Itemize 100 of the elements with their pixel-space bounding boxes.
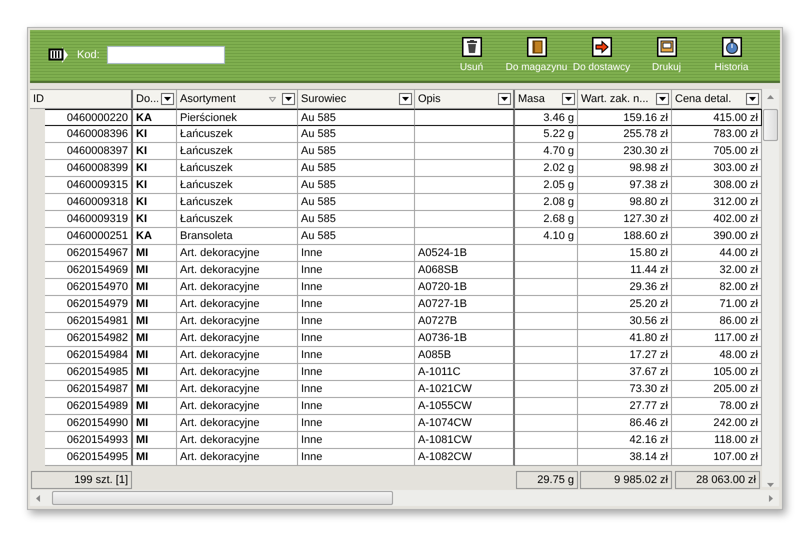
table-row[interactable]: 0460009318 KI Łańcuszek Au 585 2.08 g 98.80 zł 312.00 zł bbox=[30, 194, 762, 211]
row-count: 199 szt. [1] bbox=[31, 471, 132, 489]
filter-dropdown-button[interactable] bbox=[562, 93, 575, 105]
table-cell: 4.10 g bbox=[543, 230, 574, 242]
table-cell: A0736-1B bbox=[418, 332, 467, 344]
table-cell: 0620154993 bbox=[66, 434, 128, 446]
caret-icon bbox=[501, 97, 508, 101]
table-row[interactable]: 0620154990 MI Art. dekoracyjne Inne A-1074CW 86.46 zł 242.00 zł bbox=[30, 415, 762, 432]
table-cell: 41.80 zł bbox=[629, 332, 668, 344]
filter-dropdown-button[interactable] bbox=[498, 93, 511, 105]
table-row[interactable]: 0460009315 KI Łańcuszek Au 585 2.05 g 97.38 zł 308.00 zł bbox=[30, 177, 762, 194]
filter-dropdown-button[interactable] bbox=[656, 93, 669, 105]
scroll-thumb[interactable] bbox=[763, 109, 778, 141]
table-row[interactable]: 0620154967 MI Art. dekoracyjne Inne A0524-1B 15.80 zł 44.00 zł bbox=[30, 245, 762, 262]
table-cell: Łańcuszek bbox=[180, 179, 233, 191]
scroll-thumb[interactable] bbox=[52, 491, 393, 505]
column-header[interactable]: Wart. zak. n... bbox=[578, 90, 672, 108]
table-cell: 44.00 zł bbox=[719, 247, 758, 259]
table-cell: Art. dekoracyjne bbox=[180, 417, 260, 429]
table-cell: 4.70 g bbox=[543, 145, 574, 157]
table-cell: A-1081CW bbox=[418, 434, 472, 446]
table-cell: Inne bbox=[301, 400, 322, 412]
table-cell: Au 585 bbox=[301, 179, 336, 191]
table-cell: 415.00 zł bbox=[713, 112, 758, 124]
table-cell: 86.00 zł bbox=[719, 315, 758, 327]
table-cell: 255.78 zł bbox=[623, 128, 668, 140]
scroll-down-icon bbox=[767, 483, 774, 487]
table-cell: 0460008396 bbox=[66, 128, 128, 140]
stopwatch-icon bbox=[722, 37, 742, 57]
table-cell: 107.00 zł bbox=[713, 451, 758, 463]
horizontal-scrollbar[interactable] bbox=[30, 490, 779, 506]
table-cell: Art. dekoracyjne bbox=[180, 383, 260, 395]
table-row[interactable]: 0620154970 MI Art. dekoracyjne Inne A0720-1B 29.36 zł 82.00 zł bbox=[30, 279, 762, 296]
table-row[interactable]: 0620154979 MI Art. dekoracyjne Inne A0727-1B 25.20 zł 71.00 zł bbox=[30, 296, 762, 313]
column-header[interactable]: Masa bbox=[515, 90, 578, 108]
column-header[interactable]: Surowiec bbox=[298, 90, 415, 108]
table-cell: 0620154987 bbox=[66, 383, 128, 395]
table-row[interactable]: 0460000220 KA Pierścionek Au 585 3.46 g 159.16 zł 415.00 zł bbox=[30, 109, 762, 126]
table-row[interactable]: 0620154982 MI Art. dekoracyjne Inne A0736-1B 41.80 zł 117.00 zł bbox=[30, 330, 762, 347]
book-icon bbox=[526, 37, 546, 57]
table-row[interactable]: 0620154984 MI Art. dekoracyjne Inne A085B 17.27 zł 48.00 zł bbox=[30, 347, 762, 364]
filter-dropdown-button[interactable] bbox=[399, 93, 412, 105]
code-input[interactable] bbox=[106, 46, 225, 64]
table-cell: MI bbox=[136, 264, 148, 276]
table-cell: Au 585 bbox=[301, 230, 336, 242]
table-cell: MI bbox=[136, 400, 148, 412]
filter-dropdown-button[interactable] bbox=[282, 93, 295, 105]
caret-icon bbox=[402, 97, 409, 101]
filter-dropdown-button[interactable] bbox=[746, 93, 759, 105]
table-cell: 29.36 zł bbox=[629, 281, 668, 293]
scroll-up-icon bbox=[767, 95, 774, 99]
table-cell: KI bbox=[136, 145, 147, 157]
table-row[interactable]: 0620154987 MI Art. dekoracyjne Inne A-1021CW 73.30 zł 205.00 zł bbox=[30, 381, 762, 398]
table-cell: 127.30 zł bbox=[623, 213, 668, 225]
table-cell: A-1021CW bbox=[418, 383, 472, 395]
table-cell: 48.00 zł bbox=[719, 349, 758, 361]
filter-dropdown-button[interactable] bbox=[161, 93, 174, 105]
table-row[interactable]: 0620154969 MI Art. dekoracyjne Inne A068SB 11.44 zł 32.00 zł bbox=[30, 262, 762, 279]
table-cell: 308.00 zł bbox=[713, 179, 758, 191]
table-cell: 0460009319 bbox=[66, 213, 128, 225]
vertical-scrollbar[interactable] bbox=[762, 89, 779, 487]
column-header[interactable]: Do... bbox=[133, 90, 177, 108]
table-cell: 71.00 zł bbox=[719, 298, 758, 310]
monitor-icon bbox=[656, 37, 676, 57]
table-cell: 0620154984 bbox=[66, 349, 128, 361]
table-cell: 2.05 g bbox=[543, 179, 574, 191]
table-cell: 242.00 zł bbox=[713, 417, 758, 429]
table-row[interactable]: 0460009319 KI Łańcuszek Au 585 2.68 g 127.30 zł 402.00 zł bbox=[30, 211, 762, 228]
column-header[interactable]: Asortyment bbox=[177, 90, 298, 108]
table-cell: MI bbox=[136, 298, 148, 310]
table-cell: 402.00 zł bbox=[713, 213, 758, 225]
table-cell: Au 585 bbox=[301, 145, 336, 157]
table-cell: 30.56 zł bbox=[629, 315, 668, 327]
table-row[interactable]: 0620154985 MI Art. dekoracyjne Inne A-1011C 37.67 zł 105.00 zł bbox=[30, 364, 762, 381]
table-cell: 37.67 zł bbox=[629, 366, 668, 378]
table-cell: 98.80 zł bbox=[629, 196, 668, 208]
table-cell: Art. dekoracyjne bbox=[180, 315, 260, 327]
table-row[interactable]: 0620154995 MI Art. dekoracyjne Inne A-1082CW 38.14 zł 107.00 zł bbox=[30, 449, 762, 466]
table-cell: 0460009315 bbox=[66, 179, 128, 191]
table-cell: 73.30 zł bbox=[629, 383, 668, 395]
table-cell: Inne bbox=[301, 281, 322, 293]
table-row[interactable]: 0460000251 KA Bransoleta Au 585 4.10 g 188.60 zł 390.00 zł bbox=[30, 228, 762, 245]
column-header[interactable]: Cena detal. bbox=[672, 90, 762, 108]
table-cell: A-1082CW bbox=[418, 451, 472, 463]
table-row[interactable]: 0620154993 MI Art. dekoracyjne Inne A-1081CW 42.16 zł 118.00 zł bbox=[30, 432, 762, 449]
table-row[interactable]: 0460008397 KI Łańcuszek Au 585 4.70 g 230.30 zł 705.00 zł bbox=[30, 143, 762, 160]
table-row[interactable]: 0460008399 KI Łańcuszek Au 585 2.02 g 98.98 zł 303.00 zł bbox=[30, 160, 762, 177]
table-cell: Łańcuszek bbox=[180, 213, 233, 225]
table-cell: A085B bbox=[418, 349, 452, 361]
table-cell: 0620154981 bbox=[66, 315, 128, 327]
scroll-left-icon bbox=[36, 494, 40, 502]
table-cell: 303.00 zł bbox=[713, 162, 758, 174]
caret-icon bbox=[164, 97, 171, 101]
table-cell: KI bbox=[136, 128, 147, 140]
table-row[interactable]: 0620154989 MI Art. dekoracyjne Inne A-1055CW 27.77 zł 78.00 zł bbox=[30, 398, 762, 415]
table-row[interactable]: 0460008396 KI Łańcuszek Au 585 5.22 g 255.78 zł 783.00 zł bbox=[30, 126, 762, 143]
table-cell: MI bbox=[136, 349, 148, 361]
table-cell: Art. dekoracyjne bbox=[180, 451, 260, 463]
table-row[interactable]: 0620154981 MI Art. dekoracyjne Inne A0727B 30.56 zł 86.00 zł bbox=[30, 313, 762, 330]
table-cell: Łańcuszek bbox=[180, 196, 233, 208]
